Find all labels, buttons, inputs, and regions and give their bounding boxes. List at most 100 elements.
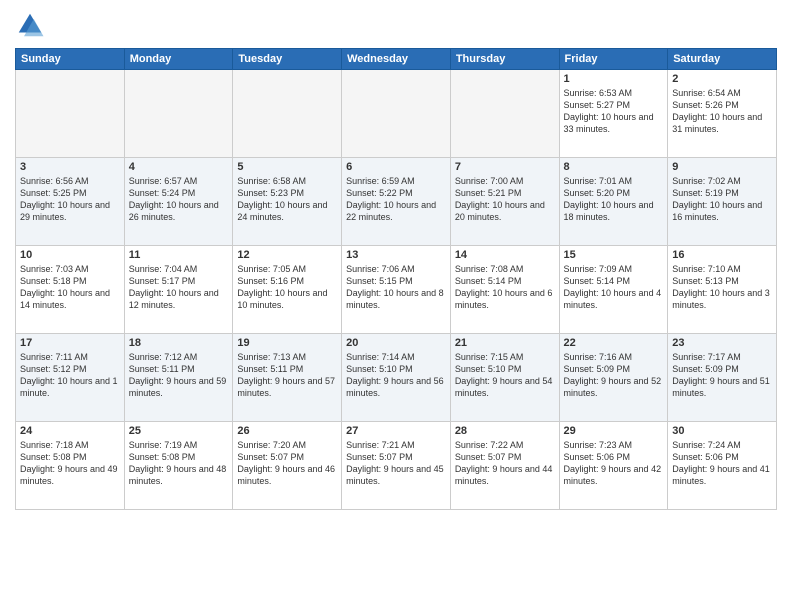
day-number: 11	[129, 249, 229, 261]
day-number: 22	[564, 337, 664, 349]
day-cell: 22 Sunrise: 7:16 AMSunset: 5:09 PMDayligh…	[559, 334, 668, 422]
day-info: Sunrise: 7:21 AMSunset: 5:07 PMDaylight:…	[346, 439, 446, 488]
day-cell: 1 Sunrise: 6:53 AMSunset: 5:27 PMDaylight…	[559, 70, 668, 158]
day-number: 19	[237, 337, 337, 349]
day-cell: 23 Sunrise: 7:17 AMSunset: 5:09 PMDayligh…	[668, 334, 777, 422]
day-cell: 2 Sunrise: 6:54 AMSunset: 5:26 PMDaylight…	[668, 70, 777, 158]
day-info: Sunrise: 7:16 AMSunset: 5:09 PMDaylight:…	[564, 351, 664, 400]
day-number: 8	[564, 161, 664, 173]
day-info: Sunrise: 7:18 AMSunset: 5:08 PMDaylight:…	[20, 439, 120, 488]
day-number: 29	[564, 425, 664, 437]
day-cell: 6 Sunrise: 6:59 AMSunset: 5:22 PMDaylight…	[342, 158, 451, 246]
day-info: Sunrise: 7:05 AMSunset: 5:16 PMDaylight:…	[237, 263, 337, 312]
day-cell: 10Sunrise: 7:03 AMSunset: 5:18 PMDayligh…	[16, 246, 125, 334]
weekday-header-tuesday: Tuesday	[233, 49, 342, 70]
day-cell: 24 Sunrise: 7:18 AMSunset: 5:08 PMDayligh…	[16, 422, 125, 510]
weekday-header-wednesday: Wednesday	[342, 49, 451, 70]
day-cell: 3 Sunrise: 6:56 AMSunset: 5:25 PMDaylight…	[16, 158, 125, 246]
day-number: 2	[672, 73, 772, 85]
day-cell: 27 Sunrise: 7:21 AMSunset: 5:07 PMDayligh…	[342, 422, 451, 510]
day-info: Sunrise: 7:01 AMSunset: 5:20 PMDaylight:…	[564, 175, 664, 224]
week-row-1: 1 Sunrise: 6:53 AMSunset: 5:27 PMDaylight…	[16, 70, 777, 158]
day-info: Sunrise: 7:24 AMSunset: 5:06 PMDaylight:…	[672, 439, 772, 488]
day-info: Sunrise: 7:22 AMSunset: 5:07 PMDaylight:…	[455, 439, 555, 488]
day-info: Sunrise: 6:53 AMSunset: 5:27 PMDaylight:…	[564, 87, 664, 136]
day-cell: 17 Sunrise: 7:11 AMSunset: 5:12 PMDayligh…	[16, 334, 125, 422]
week-row-4: 17 Sunrise: 7:11 AMSunset: 5:12 PMDayligh…	[16, 334, 777, 422]
logo-icon	[15, 10, 45, 40]
day-number: 17	[20, 337, 120, 349]
weekday-header-saturday: Saturday	[668, 49, 777, 70]
day-cell: 18 Sunrise: 7:12 AMSunset: 5:11 PMDayligh…	[124, 334, 233, 422]
weekday-header-row: SundayMondayTuesdayWednesdayThursdayFrid…	[16, 49, 777, 70]
weekday-header-friday: Friday	[559, 49, 668, 70]
day-number: 18	[129, 337, 229, 349]
day-info: Sunrise: 6:58 AMSunset: 5:23 PMDaylight:…	[237, 175, 337, 224]
day-info: Sunrise: 7:09 AMSunset: 5:14 PMDaylight:…	[564, 263, 664, 312]
week-row-5: 24 Sunrise: 7:18 AMSunset: 5:08 PMDayligh…	[16, 422, 777, 510]
day-number: 9	[672, 161, 772, 173]
weekday-header-thursday: Thursday	[450, 49, 559, 70]
day-number: 7	[455, 161, 555, 173]
day-cell	[342, 70, 451, 158]
day-info: Sunrise: 7:08 AMSunset: 5:14 PMDaylight:…	[455, 263, 555, 312]
day-cell: 11Sunrise: 7:04 AMSunset: 5:17 PMDayligh…	[124, 246, 233, 334]
day-number: 20	[346, 337, 446, 349]
page: SundayMondayTuesdayWednesdayThursdayFrid…	[0, 0, 792, 612]
day-cell: 25Sunrise: 7:19 AMSunset: 5:08 PMDayligh…	[124, 422, 233, 510]
day-cell	[233, 70, 342, 158]
day-info: Sunrise: 6:54 AMSunset: 5:26 PMDaylight:…	[672, 87, 772, 136]
day-info: Sunrise: 7:06 AMSunset: 5:15 PMDaylight:…	[346, 263, 446, 312]
day-number: 21	[455, 337, 555, 349]
day-cell: 19 Sunrise: 7:13 AMSunset: 5:11 PMDayligh…	[233, 334, 342, 422]
day-number: 14	[455, 249, 555, 261]
day-info: Sunrise: 7:13 AMSunset: 5:11 PMDaylight:…	[237, 351, 337, 400]
day-info: Sunrise: 7:02 AMSunset: 5:19 PMDaylight:…	[672, 175, 772, 224]
day-number: 25	[129, 425, 229, 437]
day-cell: 5 Sunrise: 6:58 AMSunset: 5:23 PMDaylight…	[233, 158, 342, 246]
day-cell: 15 Sunrise: 7:09 AMSunset: 5:14 PMDayligh…	[559, 246, 668, 334]
day-info: Sunrise: 7:23 AMSunset: 5:06 PMDaylight:…	[564, 439, 664, 488]
day-number: 26	[237, 425, 337, 437]
day-info: Sunrise: 7:15 AMSunset: 5:10 PMDaylight:…	[455, 351, 555, 400]
day-number: 23	[672, 337, 772, 349]
day-cell: 30 Sunrise: 7:24 AMSunset: 5:06 PMDayligh…	[668, 422, 777, 510]
day-number: 6	[346, 161, 446, 173]
header	[15, 10, 777, 40]
day-number: 13	[346, 249, 446, 261]
day-info: Sunrise: 6:59 AMSunset: 5:22 PMDaylight:…	[346, 175, 446, 224]
day-cell: 9 Sunrise: 7:02 AMSunset: 5:19 PMDaylight…	[668, 158, 777, 246]
day-number: 16	[672, 249, 772, 261]
day-cell: 21 Sunrise: 7:15 AMSunset: 5:10 PMDayligh…	[450, 334, 559, 422]
day-info: Sunrise: 6:57 AMSunset: 5:24 PMDaylight:…	[129, 175, 229, 224]
day-info: Sunrise: 7:12 AMSunset: 5:11 PMDaylight:…	[129, 351, 229, 400]
day-info: Sunrise: 7:20 AMSunset: 5:07 PMDaylight:…	[237, 439, 337, 488]
day-number: 5	[237, 161, 337, 173]
day-number: 1	[564, 73, 664, 85]
day-info: Sunrise: 7:10 AMSunset: 5:13 PMDaylight:…	[672, 263, 772, 312]
day-cell: 4 Sunrise: 6:57 AMSunset: 5:24 PMDaylight…	[124, 158, 233, 246]
day-cell: 7 Sunrise: 7:00 AMSunset: 5:21 PMDaylight…	[450, 158, 559, 246]
day-number: 28	[455, 425, 555, 437]
weekday-header-monday: Monday	[124, 49, 233, 70]
day-number: 30	[672, 425, 772, 437]
day-info: Sunrise: 7:17 AMSunset: 5:09 PMDaylight:…	[672, 351, 772, 400]
day-info: Sunrise: 7:00 AMSunset: 5:21 PMDaylight:…	[455, 175, 555, 224]
day-info: Sunrise: 7:03 AMSunset: 5:18 PMDaylight:…	[20, 263, 120, 312]
day-cell: 13 Sunrise: 7:06 AMSunset: 5:15 PMDayligh…	[342, 246, 451, 334]
day-cell	[124, 70, 233, 158]
day-cell	[450, 70, 559, 158]
logo	[15, 10, 49, 40]
day-number: 4	[129, 161, 229, 173]
day-number: 3	[20, 161, 120, 173]
calendar: SundayMondayTuesdayWednesdayThursdayFrid…	[15, 48, 777, 510]
day-cell: 26 Sunrise: 7:20 AMSunset: 5:07 PMDayligh…	[233, 422, 342, 510]
week-row-3: 10Sunrise: 7:03 AMSunset: 5:18 PMDayligh…	[16, 246, 777, 334]
day-info: Sunrise: 6:56 AMSunset: 5:25 PMDaylight:…	[20, 175, 120, 224]
day-info: Sunrise: 7:11 AMSunset: 5:12 PMDaylight:…	[20, 351, 120, 400]
day-number: 24	[20, 425, 120, 437]
day-cell: 29 Sunrise: 7:23 AMSunset: 5:06 PMDayligh…	[559, 422, 668, 510]
day-cell: 8 Sunrise: 7:01 AMSunset: 5:20 PMDaylight…	[559, 158, 668, 246]
day-number: 27	[346, 425, 446, 437]
day-number: 15	[564, 249, 664, 261]
